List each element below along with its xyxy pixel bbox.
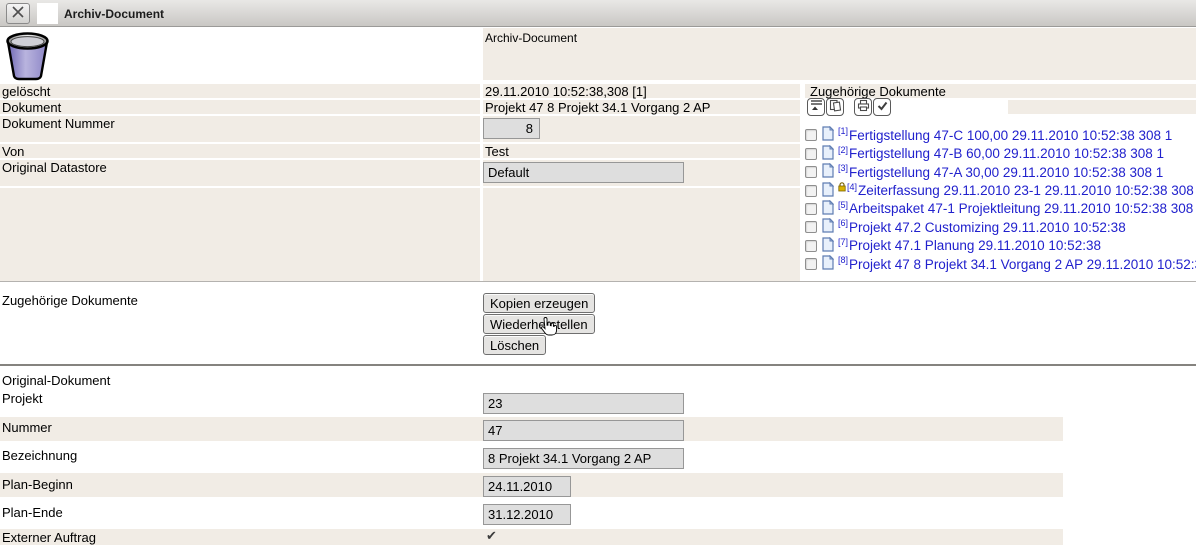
externer-auftrag-label: Externer Auftrag bbox=[2, 531, 96, 545]
document-icon bbox=[822, 218, 834, 236]
document-checkbox[interactable] bbox=[805, 221, 817, 233]
document-icon bbox=[822, 237, 834, 255]
document-link[interactable]: Zeiterfassung 29.11.2010 23-1 29.11.2010… bbox=[858, 183, 1196, 198]
plan-beginn-label: Plan-Beginn bbox=[2, 478, 73, 492]
original-datastore-field[interactable]: Default bbox=[483, 162, 684, 183]
check-all-button[interactable] bbox=[873, 98, 891, 116]
section-divider bbox=[0, 281, 1196, 282]
related-documents-list: [1] Fertigstellung 47-C 100,00 29.11.201… bbox=[805, 126, 1196, 274]
list-top-icon bbox=[810, 99, 823, 115]
copy-icon bbox=[829, 99, 842, 115]
plan-ende-label: Plan-Ende bbox=[2, 506, 63, 520]
related-document-row: [2] Fertigstellung 47-B 60,00 29.11.2010… bbox=[805, 144, 1196, 162]
document-link[interactable]: Projekt 47 8 Projekt 34.1 Vorgang 2 AP 2… bbox=[849, 257, 1196, 272]
dokument-nummer-label: Dokument Nummer bbox=[2, 117, 115, 131]
wiederherstellen-button[interactable]: Wiederherstellen bbox=[483, 314, 595, 334]
document-icon bbox=[822, 145, 834, 163]
related-document-row: [4] Zeiterfassung 29.11.2010 23-1 29.11.… bbox=[805, 181, 1196, 199]
document-ref-number: [4] bbox=[847, 182, 857, 192]
document-icon bbox=[822, 255, 834, 273]
nummer-label: Nummer bbox=[2, 421, 52, 435]
plan-beginn-field[interactable]: 24.11.2010 bbox=[483, 476, 571, 497]
row-bg bbox=[0, 188, 480, 281]
document-icon bbox=[822, 163, 834, 181]
row-bg bbox=[483, 144, 800, 158]
document-ref-number: [3] bbox=[838, 163, 848, 173]
dokument-nummer-field[interactable]: 8 bbox=[483, 118, 540, 139]
document-checkbox[interactable] bbox=[805, 129, 817, 141]
document-checkbox[interactable] bbox=[805, 203, 817, 215]
header-panel-title: Archiv-Document bbox=[483, 28, 1196, 45]
related-document-row: [6] Projekt 47.2 Customizing 29.11.2010 … bbox=[805, 218, 1196, 236]
row-bg bbox=[0, 84, 480, 98]
document-link[interactable]: Projekt 47.2 Customizing 29.11.2010 10:5… bbox=[849, 220, 1126, 235]
close-button[interactable] bbox=[6, 3, 30, 24]
close-icon bbox=[11, 5, 25, 22]
bezeichnung-label: Bezeichnung bbox=[2, 449, 77, 463]
related-document-row: [7] Projekt 47.1 Planung 29.11.2010 10:5… bbox=[805, 237, 1196, 255]
document-ref-number: [5] bbox=[838, 200, 848, 210]
related-document-row: [1] Fertigstellung 47-C 100,00 29.11.201… bbox=[805, 126, 1196, 144]
row-bg bbox=[483, 188, 800, 281]
kopien-erzeugen-button[interactable]: Kopien erzeugen bbox=[483, 293, 595, 313]
document-checkbox[interactable] bbox=[805, 148, 817, 160]
document-ref-number: [7] bbox=[838, 237, 848, 247]
window-icon-placeholder bbox=[37, 3, 58, 24]
lock-icon bbox=[838, 180, 846, 195]
print-button[interactable] bbox=[854, 98, 872, 116]
loeschen-button[interactable]: Löschen bbox=[483, 335, 546, 355]
document-link[interactable]: Fertigstellung 47-C 100,00 29.11.2010 10… bbox=[849, 128, 1172, 143]
document-checkbox[interactable] bbox=[805, 166, 817, 178]
nummer-field[interactable]: 47 bbox=[483, 420, 684, 441]
document-link[interactable]: Arbeitspaket 47-1 Projektleitung 29.11.2… bbox=[849, 201, 1196, 216]
row-bg bbox=[0, 529, 1063, 545]
archiv-document-window: Archiv-Document Archiv-Document bbox=[0, 0, 1196, 545]
dokument-label: Dokument bbox=[2, 101, 61, 115]
trash-icon bbox=[3, 30, 52, 84]
projekt-field[interactable]: 23 bbox=[483, 393, 684, 414]
externer-auftrag-checkbox[interactable]: ✔ bbox=[486, 528, 497, 544]
document-link[interactable]: Fertigstellung 47-A 30,00 29.11.2010 10:… bbox=[849, 165, 1163, 180]
document-checkbox[interactable] bbox=[805, 240, 817, 252]
check-icon bbox=[876, 99, 889, 115]
von-value: Test bbox=[485, 145, 509, 159]
row-bg bbox=[0, 100, 480, 114]
document-icon bbox=[822, 200, 834, 218]
row-bg bbox=[0, 144, 480, 158]
original-datastore-label: Original Datastore bbox=[2, 161, 107, 175]
row-bg bbox=[1008, 100, 1196, 114]
bezeichnung-field[interactable]: 8 Projekt 34.1 Vorgang 2 AP bbox=[483, 448, 684, 469]
dokument-value: Projekt 47 8 Projekt 34.1 Vorgang 2 AP bbox=[485, 101, 710, 115]
document-icon bbox=[822, 182, 834, 200]
projekt-label: Projekt bbox=[2, 392, 42, 406]
print-icon bbox=[857, 99, 870, 115]
section-divider bbox=[0, 364, 1196, 366]
document-checkbox[interactable] bbox=[805, 185, 817, 197]
window-title: Archiv-Document bbox=[64, 7, 164, 21]
header-panel: Archiv-Document bbox=[483, 28, 1196, 80]
document-ref-number: [6] bbox=[838, 218, 848, 228]
copy-button[interactable] bbox=[826, 98, 844, 116]
related-document-row: [5] Arbeitspaket 47-1 Projektleitung 29.… bbox=[805, 200, 1196, 218]
document-link[interactable]: Projekt 47.1 Planung 29.11.2010 10:52:38 bbox=[849, 238, 1101, 253]
related-document-row: [8] Projekt 47 8 Projekt 34.1 Vorgang 2 … bbox=[805, 255, 1196, 273]
plan-ende-field[interactable]: 31.12.2010 bbox=[483, 504, 571, 525]
list-top-button[interactable] bbox=[807, 98, 825, 116]
document-ref-number: [1] bbox=[838, 126, 848, 136]
deleted-label: gelöscht bbox=[2, 85, 50, 99]
related-documents-header: Zugehörige Dokumente bbox=[810, 85, 946, 99]
title-bar: Archiv-Document bbox=[0, 0, 1196, 27]
original-document-heading: Original-Dokument bbox=[2, 374, 110, 388]
document-icon bbox=[822, 126, 834, 144]
document-ref-number: [2] bbox=[838, 145, 848, 155]
deleted-timestamp: 29.11.2010 10:52:38,308 [1] bbox=[485, 85, 647, 99]
von-label: Von bbox=[2, 145, 24, 159]
document-ref-number: [8] bbox=[838, 255, 848, 265]
actions-label: Zugehörige Dokumente bbox=[2, 294, 138, 308]
document-link[interactable]: Fertigstellung 47-B 60,00 29.11.2010 10:… bbox=[849, 146, 1164, 161]
related-document-row: [3] Fertigstellung 47-A 30,00 29.11.2010… bbox=[805, 163, 1196, 181]
document-checkbox[interactable] bbox=[805, 258, 817, 270]
